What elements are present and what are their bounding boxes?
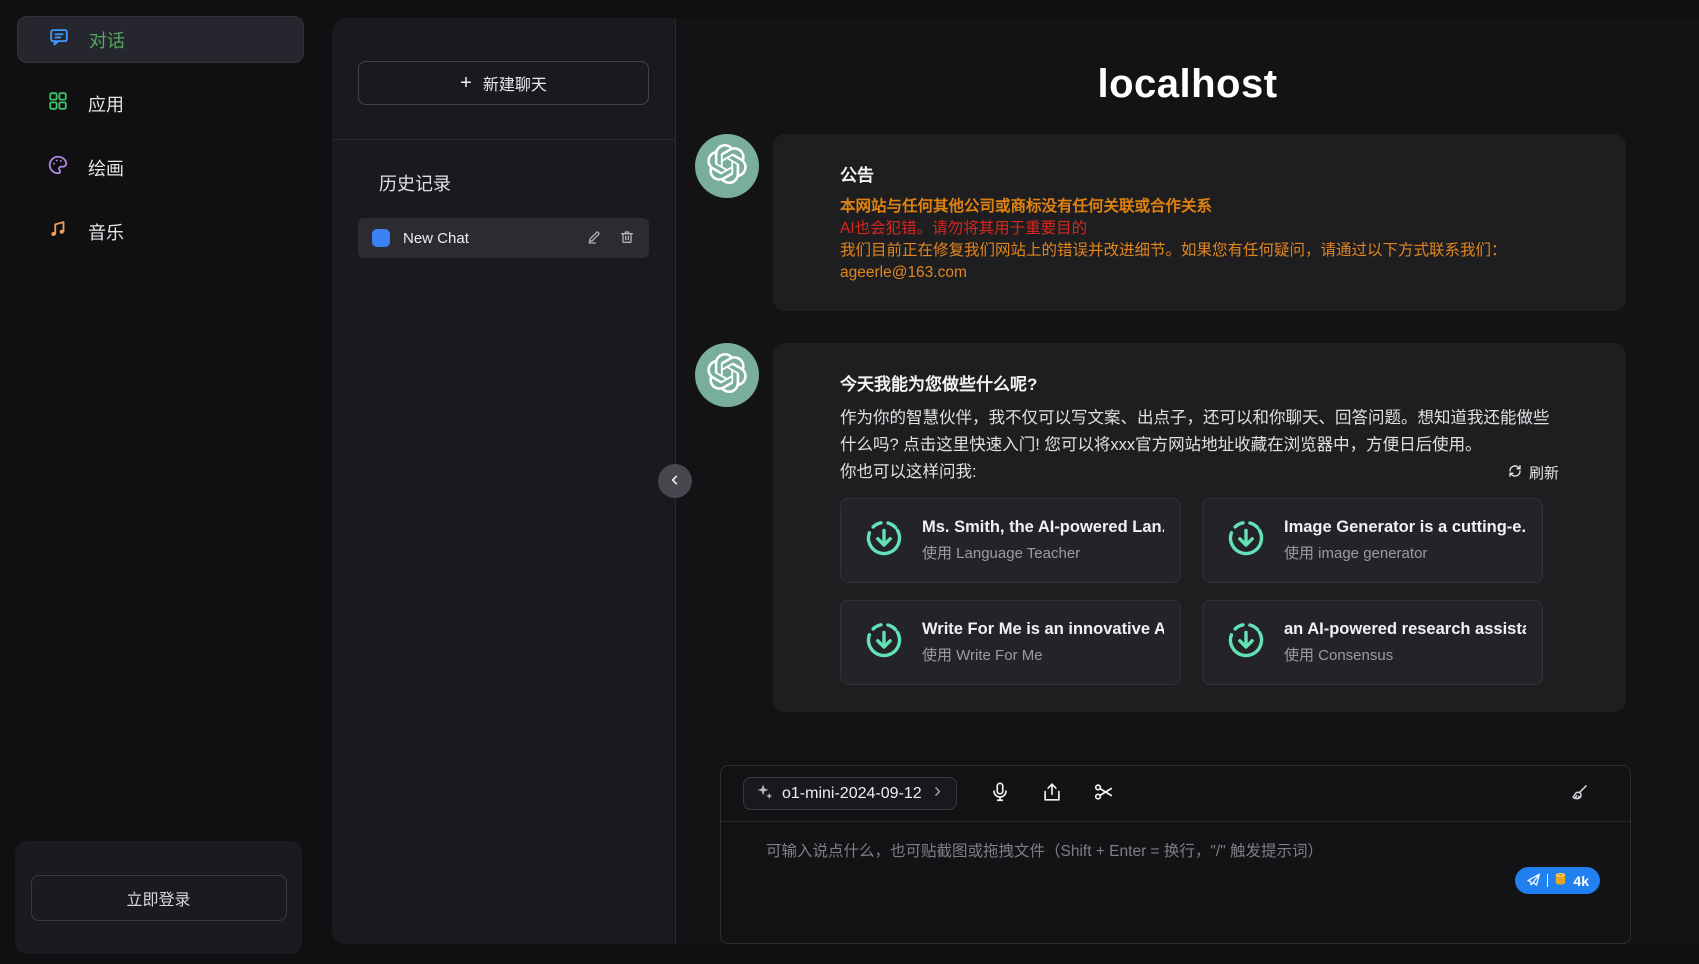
music-note-icon [47,218,69,245]
sidebar-item-label: 绘画 [88,155,124,181]
refresh-label: 刷新 [1529,462,1559,483]
scissors-button[interactable] [1093,781,1115,806]
announcement-bubble: 公告 本网站与任何其他公司或商标没有任何关联或合作关系 AI也会犯错。请勿将其用… [773,134,1626,311]
suggestion-card[interactable]: an AI-powered research assista... 使用 Con… [1202,600,1543,685]
sparkle-icon [756,783,773,805]
send-token-badge[interactable]: 4k [1515,867,1600,894]
coin-icon [1554,872,1567,889]
scissors-icon [1093,781,1115,806]
suggestion-title: Image Generator is a cutting-e... [1284,518,1526,537]
conversation-item[interactable]: New Chat [358,218,649,258]
contact-email-link[interactable]: ageerle@163.com [840,262,1559,284]
composer: o1-mini-2024-09-12 [720,765,1631,944]
message-list: 公告 本网站与任何其他公司或商标没有任何关联或合作关系 AI也会犯错。请勿将其用… [676,134,1699,744]
plus-icon: + [460,73,472,93]
new-chat-button[interactable]: + 新建聊天 [358,61,649,105]
chevron-right-icon [931,785,944,803]
chat-list-column: + 新建聊天 历史记录 New Chat [332,18,676,944]
suggestion-card[interactable]: Write For Me is an innovative A... 使用 Wr… [840,600,1181,685]
sidebar-item-music[interactable]: 音乐 [17,208,304,255]
refresh-icon [1507,463,1523,483]
sidebar-item-label: 应用 [88,91,124,117]
arrow-down-circle-icon [1225,619,1267,666]
grid-apps-icon [47,90,69,117]
chevron-left-icon [667,472,683,491]
edit-conversation-button[interactable] [584,227,604,250]
suggestion-subtitle: 使用 Language Teacher [922,542,1164,563]
chatgpt-logo-icon [707,353,747,398]
sidebar-item-drawing[interactable]: 绘画 [17,144,304,191]
suggestion-subtitle: 使用 Write For Me [922,644,1164,665]
suggestion-card[interactable]: Image Generator is a cutting-e... 使用 ima… [1202,498,1543,583]
login-button[interactable]: 立即登录 [31,875,287,921]
upload-icon [1041,781,1063,806]
collapse-sidebar-button[interactable] [658,464,692,498]
page-title: localhost [676,62,1699,107]
divider [332,139,675,140]
suggestion-title: Write For Me is an innovative A... [922,620,1164,639]
sidebar-item-chat[interactable]: 对话 [17,16,304,63]
suggestion-card[interactable]: Ms. Smith, the AI-powered Lan... 使用 Lang… [840,498,1181,583]
conversation-icon [372,229,390,247]
announcement-line: AI也会犯错。请勿将其用于重要目的 [840,218,1559,240]
sidebar-item-label: 音乐 [88,219,124,245]
clear-context-button[interactable] [1569,782,1590,806]
token-count: 4k [1573,873,1589,889]
welcome-message: 今天我能为您做些什么呢? 作为你的智慧伙伴，我不仅可以写文案、出点子，还可以和你… [695,343,1626,712]
sidebar-item-apps[interactable]: 应用 [17,80,304,127]
suggestion-title: Ms. Smith, the AI-powered Lan... [922,518,1164,537]
announcement-line: 我们目前正在修复我们网站上的错误并改进细节。如果您有任何疑问，请通过以下方式联系… [840,240,1559,262]
broom-icon [1569,782,1590,806]
upload-button[interactable] [1041,781,1063,806]
arrow-down-circle-icon [1225,517,1267,564]
sidebar-item-label: 对话 [89,27,125,53]
conversation-title: New Chat [403,230,571,247]
content-panel: + 新建聊天 历史记录 New Chat [332,18,1699,944]
announcement-heading: 公告 [840,161,1559,186]
suggestion-subtitle: 使用 image generator [1284,542,1526,563]
microphone-button[interactable] [989,781,1011,806]
pencil-icon [586,229,602,248]
welcome-heading: 今天我能为您做些什么呢? [840,370,1559,395]
sidebar-footer: 立即登录 [15,841,302,954]
arrow-down-circle-icon [863,517,905,564]
new-chat-label: 新建聊天 [483,71,547,95]
suggestion-subtitle: 使用 Consensus [1284,644,1526,665]
ask-hint: 你也可以这样问我: [840,459,977,486]
sidebar: 对话 应用 绘画 [0,0,332,964]
welcome-bubble: 今天我能为您做些什么呢? 作为你的智慧伙伴，我不仅可以写文案、出点子，还可以和你… [773,343,1626,712]
delete-conversation-button[interactable] [617,227,637,250]
welcome-body: 作为你的智慧伙伴，我不仅可以写文案、出点子，还可以和你聊天、回答问题。想知道我还… [840,405,1559,459]
microphone-icon [989,781,1011,806]
composer-toolbar: o1-mini-2024-09-12 [721,766,1630,822]
history-heading: 历史记录 [379,170,649,196]
trash-icon [619,229,635,248]
suggestion-title: an AI-powered research assista... [1284,620,1526,639]
chat-bubble-icon [48,26,70,53]
refresh-suggestions-button[interactable]: 刷新 [1507,462,1559,483]
message-input[interactable] [721,822,1630,894]
announcement-line: 本网站与任何其他公司或商标没有任何关联或合作关系 [840,196,1559,218]
chatgpt-logo-icon [707,144,747,189]
assistant-avatar [695,343,759,407]
palette-icon [47,154,69,181]
send-plane-icon [1526,872,1541,890]
model-selector[interactable]: o1-mini-2024-09-12 [743,777,957,810]
assistant-avatar [695,134,759,198]
suggestion-grid: Ms. Smith, the AI-powered Lan... 使用 Lang… [840,498,1559,685]
arrow-down-circle-icon [863,619,905,666]
main-column: localhost 公告 本网站与任何其他公司或商标没有任何关联或合作关系 [676,18,1699,944]
badge-separator [1547,874,1549,887]
app-window: 对话 应用 绘画 [0,0,1699,964]
announcement-message: 公告 本网站与任何其他公司或商标没有任何关联或合作关系 AI也会犯错。请勿将其用… [695,134,1626,311]
model-name: o1-mini-2024-09-12 [782,785,922,803]
